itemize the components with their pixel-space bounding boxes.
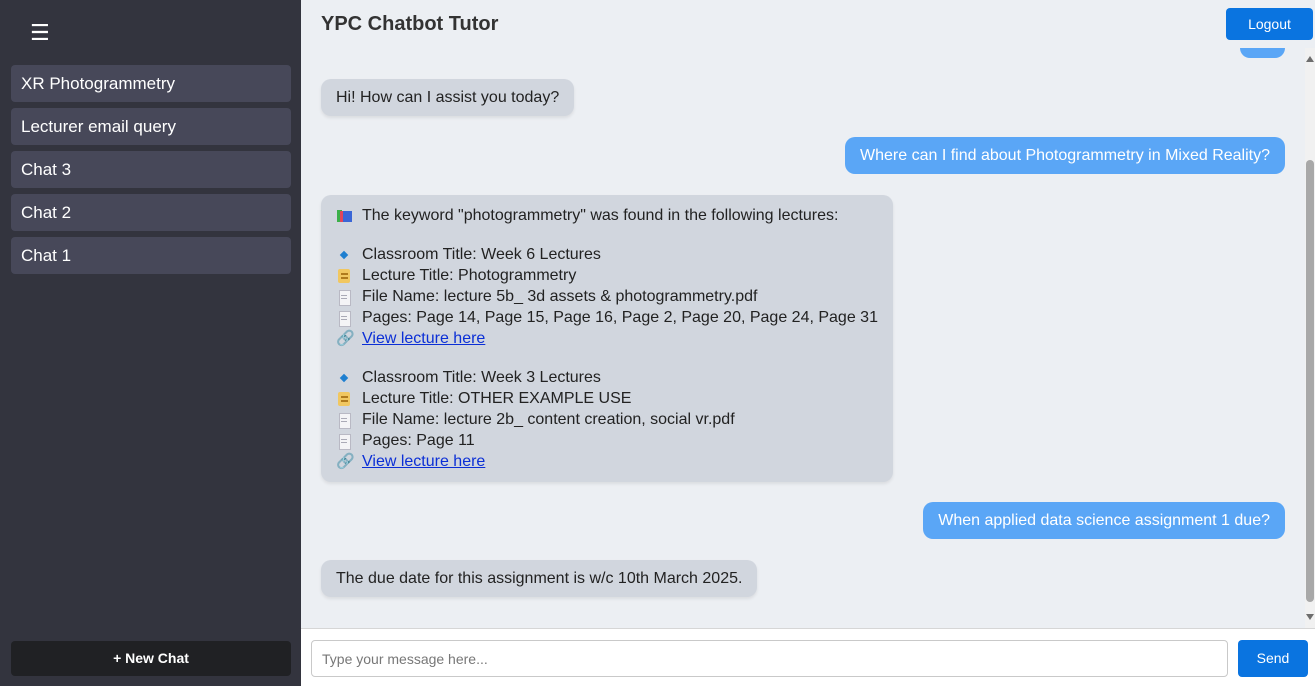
message-text: Hi! How can I assist you today? (336, 89, 560, 106)
main-panel: YPC Chatbot Tutor Logout Hi! How can I a… (301, 0, 1315, 686)
classroom-title: Classroom Title: Week 6 Lectures (362, 246, 601, 263)
view-lecture-link[interactable]: View lecture here (362, 451, 485, 472)
classroom-title: Classroom Title: Week 3 Lectures (362, 369, 601, 386)
lecture-2-file: File Name: lecture 2b_ content creation,… (336, 409, 878, 430)
lecture-title: Lecture Title: OTHER EXAMPLE USE (362, 390, 632, 407)
result-intro: The keyword "photogrammetry" was found i… (336, 205, 878, 226)
page-title: YPC Chatbot Tutor (321, 13, 499, 35)
lecture-2-classroom: Classroom Title: Week 3 Lectures (336, 367, 878, 388)
lecture-1-link-row: 🔗 View lecture here (336, 328, 878, 349)
menu-icon[interactable]: ☰ (30, 20, 50, 46)
new-chat-button[interactable]: + New Chat (11, 641, 291, 676)
chat-item-chat-3[interactable]: Chat 3 (11, 151, 291, 188)
message-list: Hi! How can I assist you today? Where ca… (301, 48, 1305, 628)
lecture-1-classroom: Classroom Title: Week 6 Lectures (336, 244, 878, 265)
link-icon: 🔗 (336, 329, 355, 347)
file-name: File Name: lecture 2b_ content creation,… (362, 411, 735, 428)
scroll-up-arrow-icon[interactable] (1306, 56, 1314, 62)
books-icon (336, 208, 354, 224)
message-text: The due date for this assignment is w/c … (336, 570, 743, 587)
message-scrollbar[interactable] (1305, 48, 1315, 628)
pages: Pages: Page 11 (362, 432, 475, 449)
lecture-1-file: File Name: lecture 5b_ 3d assets & photo… (336, 286, 878, 307)
sidebar: ☰ XR Photogrammetry Lecturer email query… (0, 0, 301, 686)
scrollbar-thumb[interactable] (1306, 160, 1314, 602)
message-text: When applied data science assignment 1 d… (938, 512, 1270, 529)
blue-diamond-icon (336, 247, 354, 263)
chat-item-chat-1[interactable]: Chat 1 (11, 237, 291, 274)
chat-list: XR Photogrammetry Lecturer email query C… (11, 65, 291, 280)
page-icon (336, 310, 354, 327)
view-lecture-link[interactable]: View lecture here (362, 328, 485, 349)
scroll-icon (336, 268, 354, 284)
chat-item-xr-photogrammetry[interactable]: XR Photogrammetry (11, 65, 291, 102)
lecture-1-title: Lecture Title: Photogrammetry (336, 265, 878, 286)
send-button[interactable]: Send (1238, 640, 1308, 677)
user-message-q2: When applied data science assignment 1 d… (923, 502, 1285, 539)
blue-diamond-icon (336, 370, 354, 386)
scroll-down-arrow-icon[interactable] (1306, 614, 1314, 620)
scroll-icon (336, 391, 354, 407)
logout-button[interactable]: Logout (1226, 8, 1313, 40)
result-intro-text: The keyword "photogrammetry" was found i… (362, 207, 839, 224)
lecture-1-pages: Pages: Page 14, Page 15, Page 16, Page 2… (336, 307, 878, 328)
page-icon (336, 433, 354, 450)
chat-item-chat-2[interactable]: Chat 2 (11, 194, 291, 231)
bot-message-answer2: The due date for this assignment is w/c … (321, 560, 758, 597)
user-message-q1: Where can I find about Photogrammetry in… (845, 137, 1285, 174)
lecture-title: Lecture Title: Photogrammetry (362, 267, 577, 284)
page-icon (336, 289, 354, 306)
lecture-2-pages: Pages: Page 11 (336, 430, 878, 451)
bot-message-greeting: Hi! How can I assist you today? (321, 79, 575, 116)
lecture-2-link-row: 🔗 View lecture here (336, 451, 878, 472)
chat-item-lecturer-email-query[interactable]: Lecturer email query (11, 108, 291, 145)
input-bar: Send (301, 628, 1315, 686)
message-text: Where can I find about Photogrammetry in… (860, 147, 1270, 164)
file-name: File Name: lecture 5b_ 3d assets & photo… (362, 288, 758, 305)
message-input[interactable] (311, 640, 1228, 677)
user-message-bubble-partial (1240, 48, 1285, 58)
page-icon (336, 412, 354, 429)
pages: Pages: Page 14, Page 15, Page 16, Page 2… (362, 309, 878, 326)
link-icon: 🔗 (336, 452, 355, 470)
bot-message-search-results: The keyword "photogrammetry" was found i… (321, 195, 893, 482)
lecture-2-title: Lecture Title: OTHER EXAMPLE USE (336, 388, 878, 409)
